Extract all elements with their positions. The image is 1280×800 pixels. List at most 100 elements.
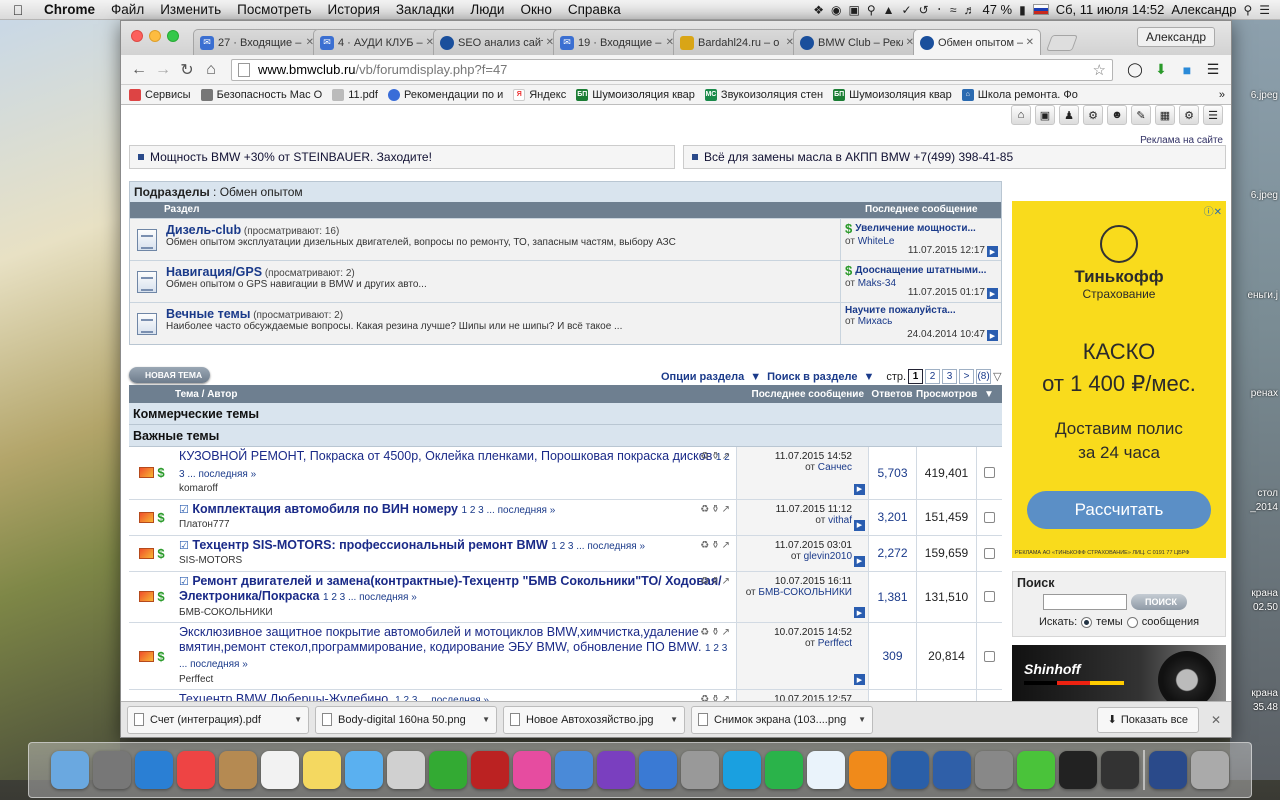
- safari-icon[interactable]: [135, 751, 173, 789]
- menu-window[interactable]: Окно: [512, 2, 559, 17]
- people-icon[interactable]: ☻: [1107, 105, 1127, 125]
- bookmark-item[interactable]: Я Яндекс: [513, 88, 566, 101]
- apple-icon[interactable]: : [0, 2, 36, 18]
- search-in-forum-link[interactable]: Поиск в разделе: [767, 371, 857, 383]
- desktop-file[interactable]: 6.jpeg: [1251, 90, 1278, 101]
- browser-tab-active[interactable]: Обмен опытом – ✕: [913, 29, 1041, 55]
- radio-threads[interactable]: [1081, 616, 1093, 628]
- replies-count[interactable]: 1,381: [868, 571, 916, 622]
- extension-icon[interactable]: ■: [1175, 60, 1199, 80]
- photobooth-icon[interactable]: [471, 751, 509, 789]
- thread-select-checkbox[interactable]: [984, 591, 995, 603]
- chevron-down-icon[interactable]: ▼: [670, 715, 678, 724]
- last-post-author[interactable]: Perffect: [818, 638, 852, 649]
- calculator-icon[interactable]: [681, 751, 719, 789]
- chevron-down-icon[interactable]: ▼: [863, 371, 874, 383]
- show-all-downloads-button[interactable]: ⬇ Показать все: [1096, 706, 1199, 733]
- browser-tab[interactable]: ✉ 27 · Входящие – ✕: [193, 29, 321, 55]
- icloud-icon[interactable]: [807, 751, 845, 789]
- chevron-down-icon[interactable]: ▼: [750, 371, 761, 383]
- list-icon[interactable]: ☰: [1203, 105, 1223, 125]
- bookmark-item[interactable]: ⌂ Школа ремонта. Фо: [961, 88, 1078, 101]
- thread-author[interactable]: SIS-MOTORS: [179, 554, 732, 569]
- desktop-file[interactable]: 6.jpeg: [1251, 190, 1278, 201]
- col-views[interactable]: Просмотров: [916, 389, 977, 400]
- notes-icon[interactable]: [303, 751, 341, 789]
- thread-author[interactable]: БМВ-СОКОЛЬНИКИ: [179, 606, 732, 621]
- blog-icon[interactable]: ✎: [1131, 105, 1151, 125]
- last-post-link[interactable]: Дооснащение штатными...: [855, 265, 986, 276]
- app-tray-icon[interactable]: ◉: [831, 3, 841, 17]
- subforum-link[interactable]: Вечные темы: [166, 307, 250, 321]
- thread-link[interactable]: Техцентр BMW Люберцы-Жулебино.: [179, 692, 392, 701]
- promo-link-right[interactable]: Всё для замены масла в АКПП BMW +7(499) …: [683, 145, 1226, 169]
- menu-file[interactable]: Файл: [103, 2, 152, 17]
- key-icon[interactable]: ⚲: [867, 3, 876, 17]
- go-to-last-icon[interactable]: ▶: [854, 519, 865, 531]
- 1password-icon[interactable]: [891, 751, 929, 789]
- thread-select-checkbox[interactable]: [984, 547, 995, 559]
- last-post-author[interactable]: glevin2010: [804, 551, 852, 562]
- col-last-post[interactable]: Последнее сообщение: [736, 389, 868, 400]
- time-machine-icon[interactable]: ↺: [919, 3, 929, 17]
- last-post-author[interactable]: Михась: [858, 316, 893, 327]
- browser-tab[interactable]: BMW Club – Рекл ✕: [793, 29, 921, 55]
- menu-edit[interactable]: Изменить: [152, 2, 229, 17]
- chevron-down-icon[interactable]: ▼: [294, 715, 302, 724]
- promo-link-left[interactable]: Мощность BMW +30% от STEINBAUER. Заходит…: [129, 145, 675, 169]
- activity-icon[interactable]: [1101, 751, 1139, 789]
- home-icon[interactable]: ⌂: [1011, 105, 1031, 125]
- page-link-current[interactable]: 1: [908, 369, 924, 384]
- thread-pager[interactable]: 1 2 3 ... последняя »: [323, 592, 417, 603]
- vlc-icon[interactable]: [849, 751, 887, 789]
- adblock-icon[interactable]: ◯: [1123, 60, 1147, 80]
- download-extension-icon[interactable]: ⬇: [1149, 60, 1173, 80]
- thread-link[interactable]: КУЗОВНОЙ РЕМОНТ, Покраска от 4500р, Окле…: [179, 449, 712, 463]
- clock[interactable]: Сб, 11 июля 14:52: [1056, 2, 1165, 17]
- user-name[interactable]: Александр: [1171, 2, 1236, 17]
- ad-info-icon[interactable]: ⓘ✕: [1204, 203, 1222, 218]
- bookmark-item[interactable]: Безопасность Mac О: [200, 88, 322, 101]
- itunes-icon[interactable]: [513, 751, 551, 789]
- iphoto-icon[interactable]: [555, 751, 593, 789]
- last-post-author[interactable]: Maks-34: [858, 278, 896, 289]
- thread-author[interactable]: komaroff: [179, 482, 732, 497]
- thread-link[interactable]: Ремонт двигателей и замена(контрактные)-…: [179, 574, 722, 604]
- forum-options-link[interactable]: Опции раздела: [661, 371, 744, 383]
- menu-bookmarks[interactable]: Закладки: [388, 2, 462, 17]
- last-post-author[interactable]: vithaf: [828, 515, 852, 526]
- go-to-last-icon[interactable]: ▶: [854, 483, 865, 495]
- input-language-flag-icon[interactable]: [1032, 4, 1049, 15]
- messages-icon[interactable]: [345, 751, 383, 789]
- search-input[interactable]: [1043, 594, 1127, 610]
- menu-icon[interactable]: ☰: [1201, 60, 1225, 80]
- window-icon[interactable]: ▣: [1035, 105, 1055, 125]
- bookmark-item[interactable]: Сервисы: [129, 88, 191, 101]
- volume-icon[interactable]: ♬: [963, 3, 975, 17]
- icq-icon[interactable]: [1017, 751, 1055, 789]
- new-tab-button[interactable]: [1046, 35, 1078, 51]
- desktop-file[interactable]: крана: [1251, 588, 1278, 599]
- desktop-file[interactable]: еньги.j: [1247, 290, 1278, 301]
- replies-count[interactable]: 3,874: [868, 690, 916, 701]
- bookmark-item[interactable]: МС Звукоизоляция стен: [704, 88, 823, 101]
- page-link[interactable]: 3: [942, 369, 958, 384]
- page-link[interactable]: 2: [925, 369, 941, 384]
- bookmark-item[interactable]: 11.pdf: [332, 88, 378, 101]
- replies-count[interactable]: 309: [868, 623, 916, 689]
- go-to-last-icon[interactable]: ▶: [854, 674, 865, 685]
- new-thread-button[interactable]: НОВАЯ ТЕМА: [129, 367, 211, 383]
- notification-center-icon[interactable]: ☰: [1259, 3, 1270, 17]
- thread-select-checkbox[interactable]: [984, 650, 995, 662]
- thread-pager[interactable]: 1 2 3 ... последняя »: [461, 505, 555, 516]
- replies-count[interactable]: 5,703: [868, 447, 916, 499]
- users-icon[interactable]: ♟: [1059, 105, 1079, 125]
- address-bar[interactable]: www.bmwclub.ru/vb/forumdisplay.php?f=47 …: [231, 58, 1113, 81]
- home-icon[interactable]: ⌂: [199, 61, 223, 79]
- thread-select-checkbox[interactable]: [984, 467, 995, 479]
- replies-count[interactable]: 2,272: [868, 535, 916, 571]
- desktop-file[interactable]: _2014: [1250, 502, 1278, 513]
- last-post-author[interactable]: Санчес: [818, 462, 852, 473]
- browser-tab[interactable]: ✉ 4 · АУДИ КЛУБ – ✕: [313, 29, 441, 55]
- sort-icon[interactable]: ▼: [976, 389, 1002, 400]
